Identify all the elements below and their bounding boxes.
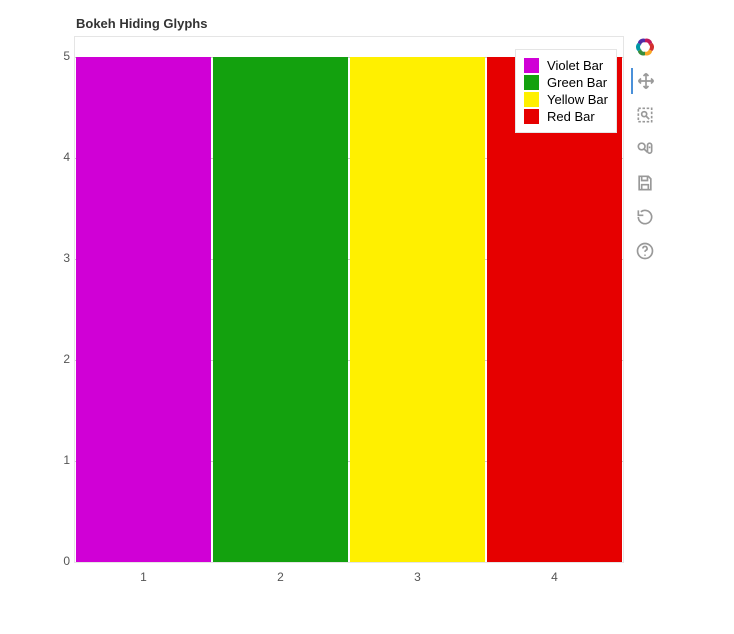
y-tick-label: 0: [54, 554, 70, 568]
reset-icon[interactable]: [632, 204, 658, 230]
y-tick-label: 4: [54, 150, 70, 164]
legend-label: Violet Bar: [547, 58, 603, 73]
box-zoom-icon[interactable]: [632, 102, 658, 128]
legend-swatch: [524, 58, 539, 73]
y-tick-label: 1: [54, 453, 70, 467]
y-tick-label: 3: [54, 251, 70, 265]
legend-item[interactable]: Yellow Bar: [524, 92, 608, 107]
legend-item[interactable]: Green Bar: [524, 75, 608, 90]
legend-item[interactable]: Red Bar: [524, 109, 608, 124]
bar-violet-bar[interactable]: [76, 57, 211, 562]
wheel-zoom-icon[interactable]: [632, 136, 658, 162]
x-tick-label: 3: [414, 570, 421, 584]
page-title: Bokeh Hiding Glyphs: [76, 16, 207, 31]
legend-label: Yellow Bar: [547, 92, 608, 107]
y-tick-label: 5: [54, 49, 70, 63]
x-tick-label: 4: [551, 570, 558, 584]
plot-area[interactable]: Violet BarGreen BarYellow BarRed Bar 123…: [74, 36, 624, 563]
pan-icon[interactable]: [631, 68, 659, 94]
toolbar: [630, 34, 660, 264]
legend-swatch: [524, 109, 539, 124]
bar-yellow-bar[interactable]: [350, 57, 485, 562]
bar-green-bar[interactable]: [213, 57, 348, 562]
save-icon[interactable]: [632, 170, 658, 196]
x-tick-label: 2: [277, 570, 284, 584]
legend[interactable]: Violet Bar Green Bar Yellow Bar Red Bar: [515, 49, 617, 133]
bokeh-logo-icon[interactable]: [632, 34, 658, 60]
legend-swatch: [524, 92, 539, 107]
legend-swatch: [524, 75, 539, 90]
x-tick-label: 1: [140, 570, 147, 584]
legend-label: Red Bar: [547, 109, 595, 124]
legend-label: Green Bar: [547, 75, 607, 90]
y-tick-label: 2: [54, 352, 70, 366]
legend-item[interactable]: Violet Bar: [524, 58, 608, 73]
help-icon[interactable]: [632, 238, 658, 264]
